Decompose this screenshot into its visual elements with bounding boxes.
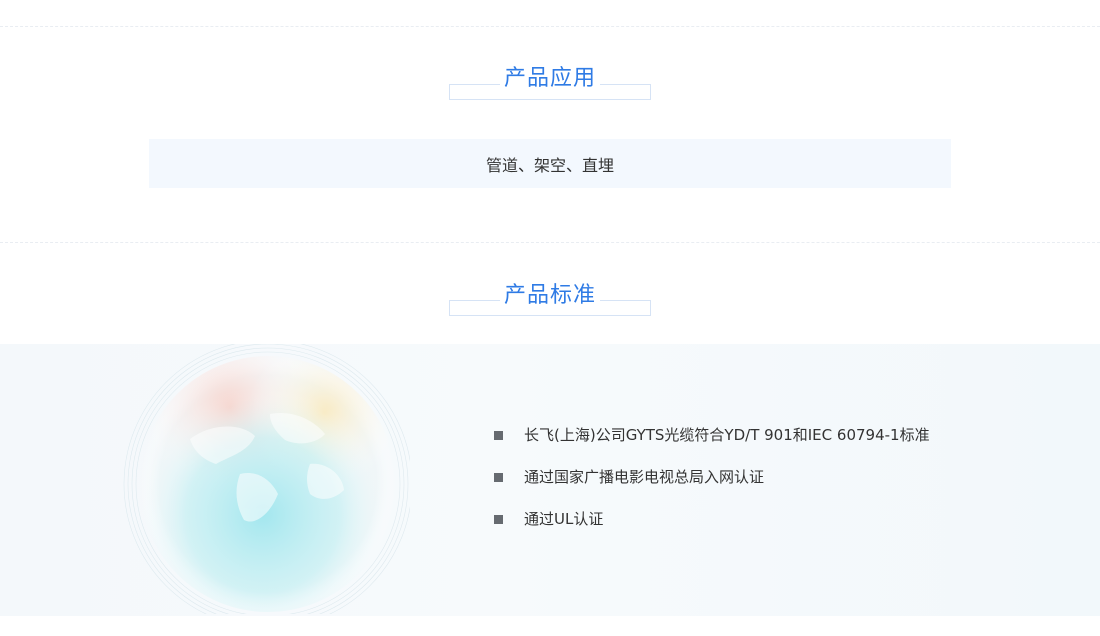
section-divider — [0, 26, 1100, 27]
application-content-box: 管道、架空、直埋 — [149, 139, 951, 188]
standard-text: 通过国家广播电影电视总局入网认证 — [524, 468, 765, 486]
standards-panel: 长飞(上海)公司GYTS光缆符合YD/T 901和IEC 60794-1标准 通… — [0, 344, 1100, 616]
standards-title: 产品标准 — [499, 283, 600, 308]
application-title: 产品应用 — [499, 66, 600, 91]
application-heading: 产品应用 — [0, 64, 1100, 104]
list-item: 长飞(上海)公司GYTS光缆符合YD/T 901和IEC 60794-1标准 — [494, 424, 930, 466]
square-bullet-icon — [494, 473, 503, 482]
standard-text: 长飞(上海)公司GYTS光缆符合YD/T 901和IEC 60794-1标准 — [524, 426, 930, 444]
square-bullet-icon — [494, 431, 503, 440]
globe-illustration — [123, 344, 410, 614]
product-page: 产品应用 管道、架空、直埋 产品标准 长飞(上海)公司GYTS光缆符合YD/T … — [0, 0, 1100, 636]
list-item: 通过国家广播电影电视总局入网认证 — [494, 466, 930, 508]
list-item: 通过UL认证 — [494, 508, 930, 550]
standards-list: 长飞(上海)公司GYTS光缆符合YD/T 901和IEC 60794-1标准 通… — [494, 424, 930, 550]
standard-text: 通过UL认证 — [524, 510, 604, 528]
section-divider — [0, 242, 1100, 243]
application-content: 管道、架空、直埋 — [485, 155, 614, 175]
standards-heading: 产品标准 — [0, 281, 1100, 321]
square-bullet-icon — [494, 515, 503, 524]
